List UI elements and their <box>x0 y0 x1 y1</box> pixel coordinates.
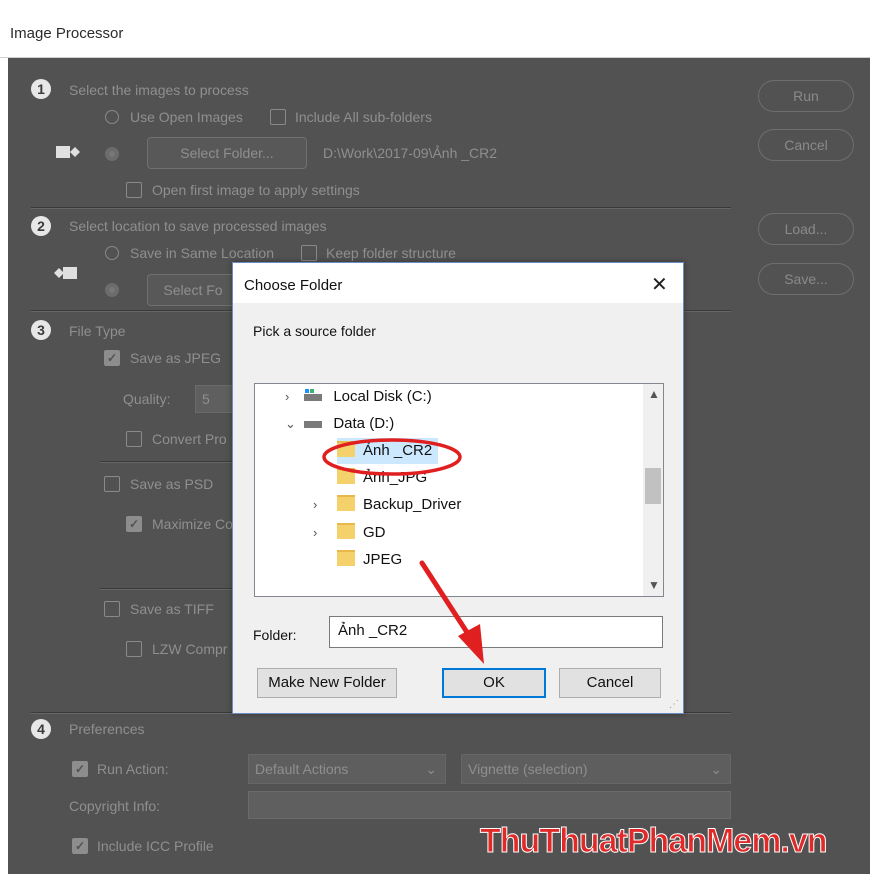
pointer-arrow-line <box>419 560 475 643</box>
pointer-arrow-head <box>458 624 484 664</box>
annotation-overlay <box>322 438 484 664</box>
highlight-ellipse <box>322 438 462 476</box>
